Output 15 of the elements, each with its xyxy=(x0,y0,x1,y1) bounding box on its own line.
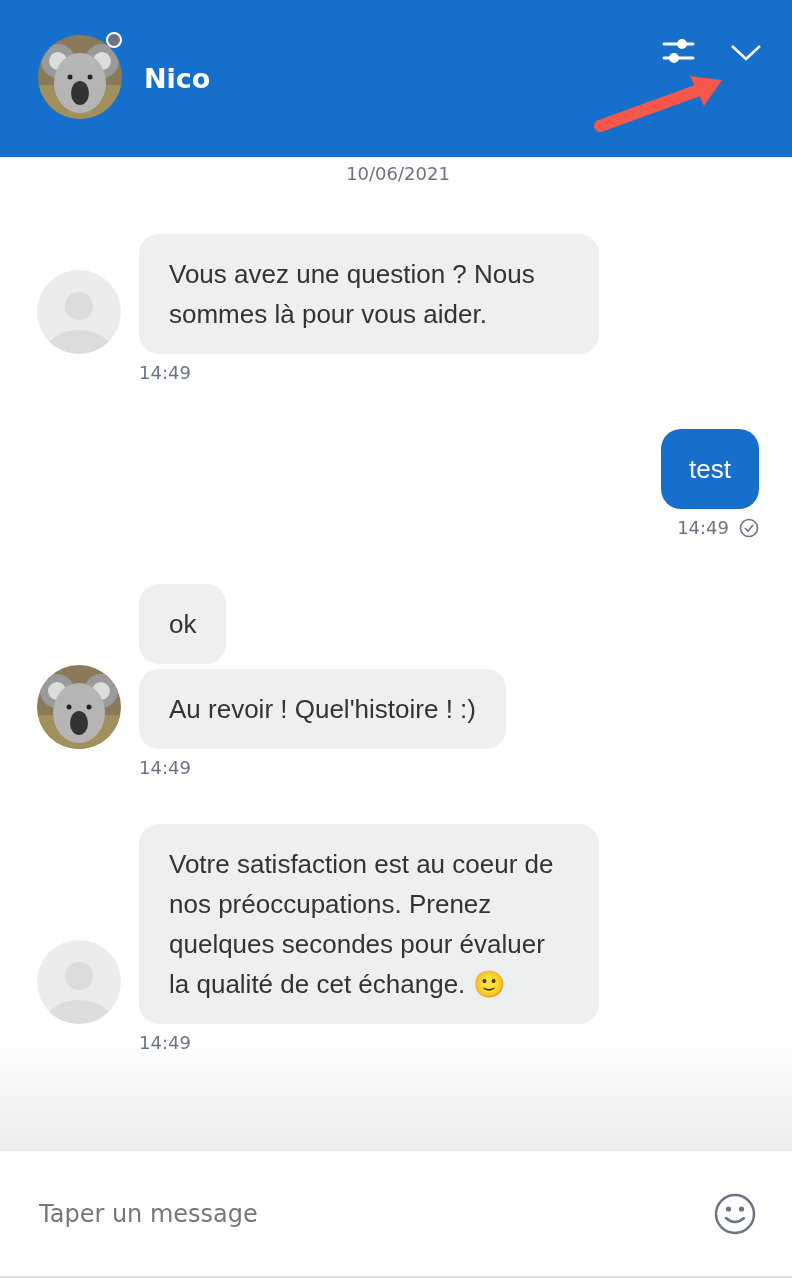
message-bubble: Au revoir ! Quel'histoire ! :) xyxy=(139,669,506,749)
message-time: 14:49 xyxy=(139,757,191,778)
message-input[interactable]: Taper un message xyxy=(39,1199,714,1228)
message-time: 14:49 xyxy=(139,362,191,383)
date-label: 10/06/2021 xyxy=(345,163,451,184)
settings-icon[interactable] xyxy=(662,38,696,64)
message-bubble: ok xyxy=(139,584,227,664)
message-bubble: Votre satisfaction est au coeur de nos préoccupations. Prenez quelques secondes pour évaluer la qualité de cet échange. 🙂 xyxy=(139,824,599,1024)
message-time: 14:49 xyxy=(677,517,729,538)
chevron-down-icon[interactable] xyxy=(730,44,762,62)
message-time: 14:49 xyxy=(139,1032,191,1053)
contact-name: Nico xyxy=(144,63,212,94)
message-bubble: Vous avez une question ? Nous sommes là pour vous aider. xyxy=(139,234,599,354)
emoji-icon[interactable] xyxy=(714,1192,756,1235)
message-bubble: test xyxy=(661,429,759,509)
